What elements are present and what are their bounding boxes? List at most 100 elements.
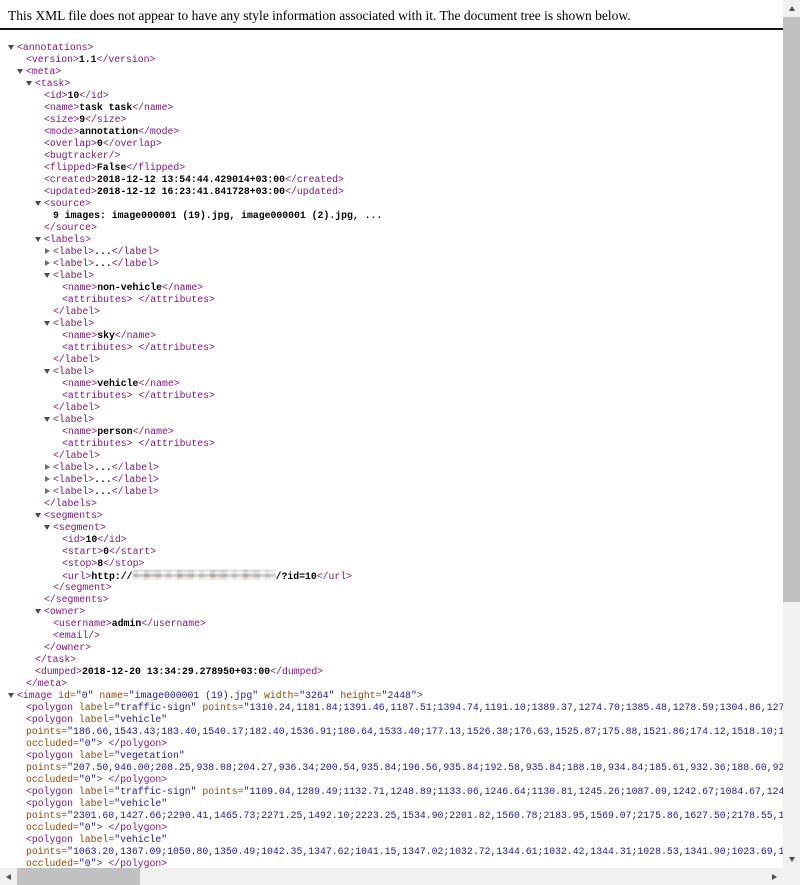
collapsed-arrow-icon[interactable] bbox=[45, 464, 50, 470]
expanded-arrow-icon[interactable] bbox=[44, 417, 50, 422]
xml-tag-token: <name> bbox=[44, 102, 79, 113]
arrow-gutter[interactable] bbox=[44, 258, 53, 270]
arrow-gutter[interactable] bbox=[44, 366, 53, 378]
arrow-gutter[interactable] bbox=[26, 78, 35, 90]
header-divider bbox=[0, 28, 783, 30]
xml-tag-token: <label> bbox=[53, 462, 94, 473]
expanded-arrow-icon[interactable] bbox=[8, 693, 14, 698]
expanded-arrow-icon[interactable] bbox=[44, 369, 50, 374]
xml-line: </labels> bbox=[0, 498, 783, 510]
horizontal-scrollbar-thumb[interactable] bbox=[17, 868, 140, 885]
xml-tag-token: <size> bbox=[44, 114, 79, 125]
xml-text-node: http:// bbox=[91, 571, 132, 582]
arrow-gutter[interactable] bbox=[35, 198, 44, 210]
arrow-gutter[interactable] bbox=[44, 414, 53, 426]
collapsed-arrow-icon[interactable] bbox=[45, 488, 50, 494]
xml-tag-token: </polygon> bbox=[108, 738, 167, 749]
arrow-gutter[interactable] bbox=[44, 522, 53, 534]
xml-tag-token: </name> bbox=[133, 426, 174, 437]
xml-line: <attributes> </attributes> bbox=[0, 342, 783, 354]
arrow-gutter[interactable] bbox=[44, 270, 53, 282]
arrow-gutter[interactable] bbox=[8, 42, 17, 54]
expanded-arrow-icon[interactable] bbox=[35, 513, 41, 518]
scrollbar-corner bbox=[783, 868, 800, 885]
xml-line: occluded="0"> </polygon> bbox=[0, 822, 783, 834]
xml-tag-token: <label> bbox=[53, 486, 94, 497]
redacted-url-blur bbox=[133, 570, 276, 580]
xml-tag-token: <start> bbox=[62, 546, 103, 557]
xml-line: points="1063.20,1367.09;1050.80,1350.49;… bbox=[0, 846, 783, 858]
arrow-gutter[interactable] bbox=[17, 66, 26, 78]
arrow-gutter[interactable] bbox=[44, 486, 53, 498]
xml-line: <start>0</start> bbox=[0, 546, 783, 558]
xml-line: <stop>8</stop> bbox=[0, 558, 783, 570]
xml-line: <segments> bbox=[0, 510, 783, 522]
xml-attribute-value: "186.66,1543.43;183.40,1540.17;182.40,15… bbox=[67, 726, 783, 737]
xml-line: <overlap>0</overlap> bbox=[0, 138, 783, 150]
xml-line: <email/> bbox=[0, 630, 783, 642]
xml-attribute-name: points= bbox=[26, 810, 67, 821]
xml-tag-token: <segment> bbox=[53, 522, 106, 533]
xml-line: </label> bbox=[0, 402, 783, 414]
expanded-arrow-icon[interactable] bbox=[8, 45, 14, 50]
expanded-arrow-icon[interactable] bbox=[44, 273, 50, 278]
scroll-right-arrow-icon bbox=[772, 874, 777, 880]
xml-tag-token: <polygon bbox=[26, 798, 73, 809]
horizontal-scrollbar[interactable] bbox=[0, 868, 783, 885]
arrow-gutter[interactable] bbox=[35, 234, 44, 246]
xml-line: <name>sky</name> bbox=[0, 330, 783, 342]
xml-tag-token: </label> bbox=[112, 474, 159, 485]
xml-tag-token: <id> bbox=[62, 534, 86, 545]
xml-tag-token: </label> bbox=[112, 258, 159, 269]
vertical-scrollbar[interactable] bbox=[783, 0, 800, 868]
collapsed-arrow-icon[interactable] bbox=[45, 248, 50, 254]
collapsed-arrow-icon[interactable] bbox=[45, 476, 50, 482]
xml-text-node: task task bbox=[79, 102, 132, 113]
xml-tag-token: </stop> bbox=[103, 558, 144, 569]
xml-attribute-name: occluded= bbox=[26, 738, 79, 749]
scroll-left-button[interactable] bbox=[0, 868, 17, 885]
scroll-right-button[interactable] bbox=[766, 868, 783, 885]
xml-tag-token: </label> bbox=[112, 246, 159, 257]
arrow-gutter[interactable] bbox=[44, 474, 53, 486]
xml-tag-token: <attributes> bbox=[62, 438, 133, 449]
xml-line: <owner> bbox=[0, 606, 783, 618]
xml-text-node: ... bbox=[94, 486, 112, 497]
xml-tag-token: <meta> bbox=[26, 66, 61, 77]
expanded-arrow-icon[interactable] bbox=[35, 237, 41, 242]
xml-tag-token: <polygon bbox=[26, 786, 73, 797]
xml-attribute-value: "2448" bbox=[382, 690, 417, 701]
xml-tag-token: <name> bbox=[62, 330, 97, 341]
xml-line: <id>10</id> bbox=[0, 534, 783, 546]
expanded-arrow-icon[interactable] bbox=[35, 201, 41, 206]
collapsed-arrow-icon[interactable] bbox=[45, 260, 50, 266]
xml-tag-token: <label> bbox=[53, 258, 94, 269]
xml-tag-token: </name> bbox=[162, 282, 203, 293]
xml-line: <polygon label="vehicle" bbox=[0, 714, 783, 726]
expanded-arrow-icon[interactable] bbox=[44, 525, 50, 530]
xml-viewer-page: { "header": { "message": "This XML file … bbox=[0, 0, 800, 885]
arrow-gutter[interactable] bbox=[44, 318, 53, 330]
arrow-gutter[interactable] bbox=[44, 462, 53, 474]
xml-text-node: 10 bbox=[86, 534, 98, 545]
expanded-arrow-icon[interactable] bbox=[17, 69, 23, 74]
scroll-up-button[interactable] bbox=[783, 0, 800, 17]
xml-attribute-value: "image000001 (19).jpg" bbox=[129, 690, 258, 701]
vertical-scrollbar-thumb[interactable] bbox=[783, 17, 800, 602]
arrow-gutter[interactable] bbox=[35, 510, 44, 522]
xml-line: </owner> bbox=[0, 642, 783, 654]
arrow-gutter[interactable] bbox=[44, 246, 53, 258]
expanded-arrow-icon[interactable] bbox=[44, 321, 50, 326]
expanded-arrow-icon[interactable] bbox=[26, 81, 32, 86]
xml-tag-token: </segment> bbox=[53, 582, 112, 593]
scroll-down-button[interactable] bbox=[783, 851, 800, 868]
xml-text-node: non-vehicle bbox=[97, 282, 162, 293]
arrow-gutter[interactable] bbox=[35, 606, 44, 618]
arrow-gutter[interactable] bbox=[8, 690, 17, 702]
xml-tag-token: </source> bbox=[44, 222, 97, 233]
xml-line: <attributes> </attributes> bbox=[0, 294, 783, 306]
xml-line: <username>admin</username> bbox=[0, 618, 783, 630]
xml-tag-token: <label> bbox=[53, 246, 94, 257]
xml-line: 9 images: image000001 (19).jpg, image000… bbox=[0, 210, 783, 222]
expanded-arrow-icon[interactable] bbox=[35, 609, 41, 614]
